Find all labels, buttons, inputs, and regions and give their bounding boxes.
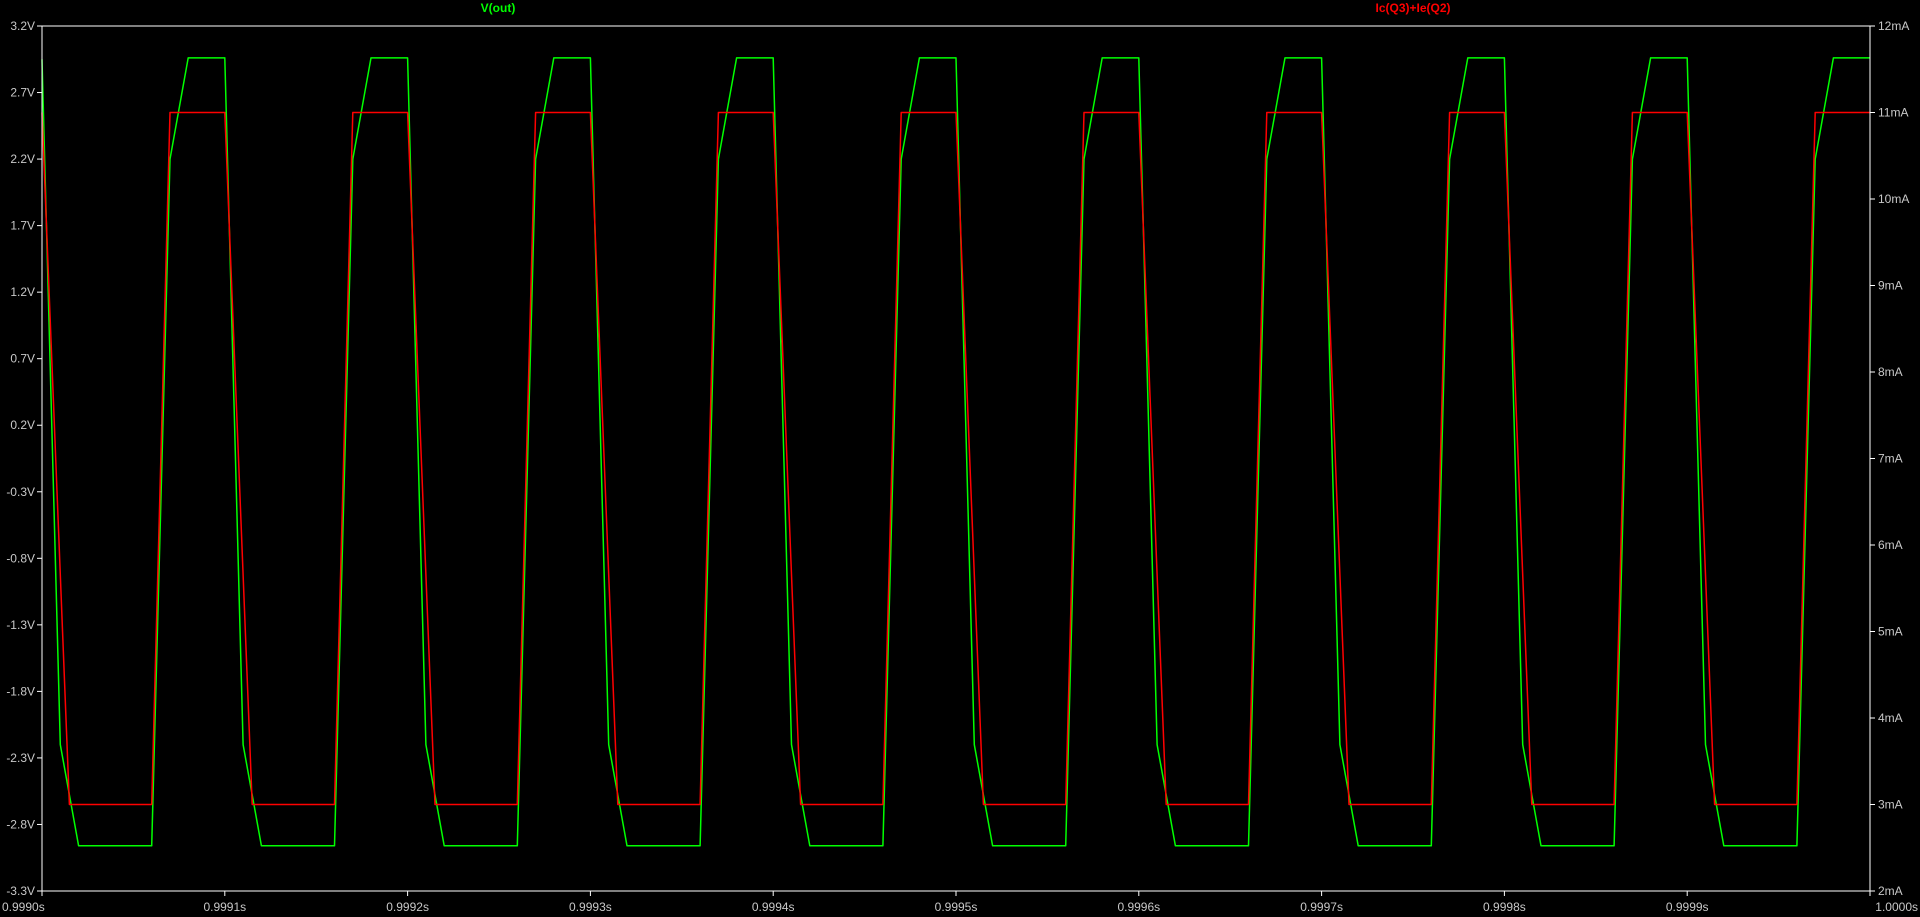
x-tick-label: 0.9998s: [1483, 900, 1526, 914]
left-tick-label: -0.8V: [6, 551, 35, 565]
right-tick-label: 12mA: [1878, 19, 1909, 33]
x-tick-label: 0.9995s: [935, 900, 978, 914]
left-tick-label: -1.3V: [6, 618, 35, 632]
left-tick-label: 0.7V: [10, 352, 35, 366]
x-tick-label: 0.9990s: [2, 900, 45, 914]
left-tick-label: -2.8V: [6, 817, 35, 831]
right-tick-label: 3mA: [1878, 798, 1903, 812]
right-tick-label: 4mA: [1878, 711, 1903, 725]
left-tick-label: -1.8V: [6, 684, 35, 698]
x-tick-label: 0.9996s: [1117, 900, 1160, 914]
x-tick-label: 0.9994s: [752, 900, 795, 914]
x-tick-label: 0.9991s: [203, 900, 246, 914]
left-tick-label: 1.7V: [10, 219, 35, 233]
left-tick-label: -2.3V: [6, 751, 35, 765]
x-tick-label: 0.9993s: [569, 900, 612, 914]
right-tick-label: 5mA: [1878, 625, 1903, 639]
right-tick-label: 10mA: [1878, 192, 1909, 206]
x-tick-label: 0.9999s: [1666, 900, 1709, 914]
left-tick-label: 2.2V: [10, 152, 35, 166]
x-tick-label: 1.0000s: [1875, 900, 1918, 914]
legend-label-vout[interactable]: V(out): [481, 1, 516, 15]
right-tick-label: 9mA: [1878, 279, 1903, 293]
left-tick-label: -0.3V: [6, 485, 35, 499]
right-tick-label: 11mA: [1878, 106, 1908, 120]
right-tick-label: 7mA: [1878, 452, 1903, 466]
right-tick-label: 8mA: [1878, 365, 1903, 379]
x-tick-label: 0.9997s: [1300, 900, 1343, 914]
left-tick-label: 3.2V: [10, 19, 35, 33]
right-tick-label: 6mA: [1878, 538, 1903, 552]
waveform-plot[interactable]: V(out) Ic(Q3)+Ie(Q2) 3.2V 2.7V 2.2V 1.7V 1.2…: [0, 0, 1920, 917]
left-tick-label: -3.3V: [6, 884, 35, 898]
left-tick-label: 0.2V: [10, 418, 35, 432]
left-tick-label: 2.7V: [10, 86, 35, 100]
right-tick-label: 2mA: [1878, 884, 1903, 898]
left-tick-label: 1.2V: [10, 285, 35, 299]
x-tick-label: 0.9992s: [386, 900, 429, 914]
legend-label-ic-q3-ie-q2[interactable]: Ic(Q3)+Ie(Q2): [1375, 1, 1450, 15]
